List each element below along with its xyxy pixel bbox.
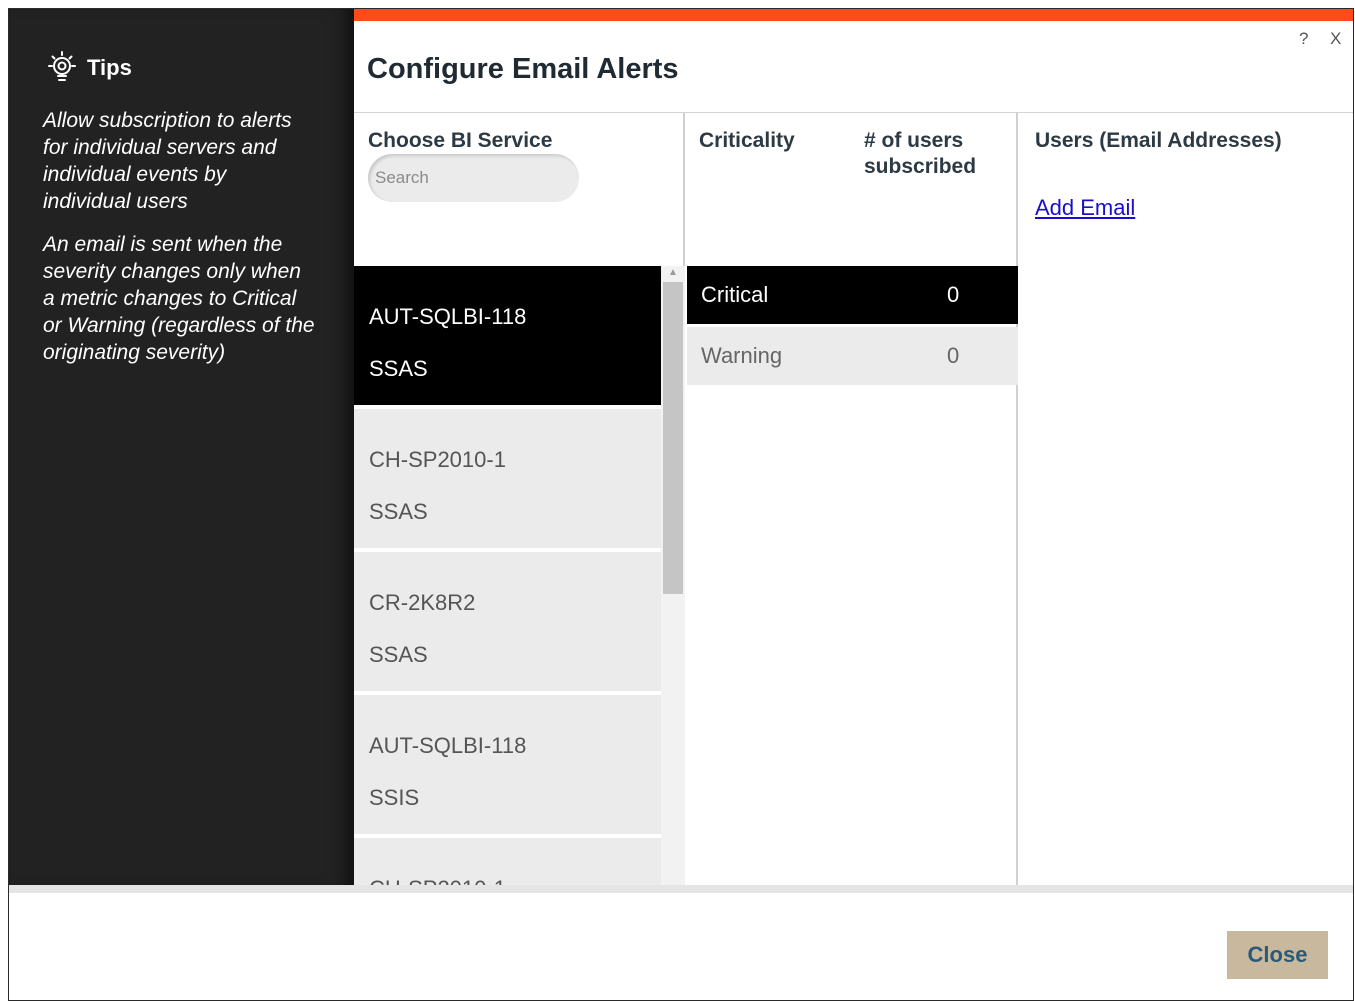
- email-alerts-dialog: Tips Allow subscription to alerts for in…: [8, 8, 1354, 1001]
- lightbulb-icon: [43, 49, 81, 87]
- add-email-link[interactable]: Add Email: [1035, 195, 1135, 221]
- bi-service-column: Choose BI Service AUT-SQLBI-118 SSAS CH-…: [354, 113, 685, 885]
- service-server-name: CR-2K8R2: [369, 590, 476, 615]
- list-item[interactable]: CH-SP2010-1 SSAS: [354, 409, 661, 552]
- scrollbar-thumb[interactable]: [663, 282, 683, 594]
- criticality-column: Criticality # of users subscribed Critic…: [687, 113, 1018, 885]
- criticality-level: Warning: [701, 343, 783, 368]
- tips-body: Allow subscription to alerts for individ…: [43, 107, 318, 382]
- subscribed-count: 0: [947, 282, 960, 307]
- tips-title: Tips: [87, 55, 132, 80]
- service-server-name: AUT-SQLBI-118: [369, 733, 527, 758]
- help-button[interactable]: ?: [1299, 29, 1308, 49]
- service-type: SSAS: [369, 356, 428, 381]
- tips-header: Tips: [43, 49, 132, 87]
- tips-paragraph: Allow subscription to alerts for individ…: [43, 109, 292, 213]
- accent-bar: [354, 9, 1353, 21]
- service-list-scrollbar[interactable]: ▲: [661, 266, 685, 885]
- users-header: Users (Email Addresses): [1035, 129, 1282, 152]
- tips-paragraph: An email is sent when the severity chang…: [43, 233, 315, 364]
- dialog-title: Configure Email Alerts: [367, 53, 679, 85]
- main-panel: Configure Email Alerts ? X Choose BI Ser…: [354, 9, 1353, 885]
- service-type: SSIS: [369, 785, 420, 810]
- service-server-name: AUT-SQLBI-118: [369, 304, 527, 329]
- list-item[interactable]: AUT-SQLBI-118 SSAS: [354, 266, 661, 409]
- bi-service-list: AUT-SQLBI-118 SSAS CH-SP2010-1 SSAS CR-2…: [354, 266, 661, 885]
- service-server-name: CH-SP2010-1: [369, 863, 661, 885]
- subscribed-count: 0: [947, 343, 960, 368]
- list-item[interactable]: AUT-SQLBI-118 SSIS: [354, 695, 661, 838]
- users-column: Users (Email Addresses) Add Email: [1020, 113, 1353, 885]
- close-button[interactable]: Close: [1227, 931, 1328, 979]
- criticality-level: Critical: [701, 282, 769, 307]
- criticality-row-warning[interactable]: Warning 0: [687, 327, 1018, 385]
- bi-service-header: Choose BI Service: [368, 129, 553, 152]
- footer-divider: [9, 885, 1353, 893]
- close-x-button[interactable]: X: [1330, 29, 1341, 49]
- criticality-row-critical[interactable]: Critical 0: [687, 266, 1018, 324]
- service-type: SSAS: [369, 642, 428, 667]
- list-item[interactable]: CH-SP2010-1: [354, 838, 661, 885]
- criticality-header: Criticality: [699, 129, 795, 152]
- service-type: SSAS: [369, 499, 428, 524]
- search-input[interactable]: [368, 154, 579, 202]
- users-subscribed-header: # of users subscribed: [864, 129, 977, 178]
- scroll-up-arrow-icon[interactable]: ▲: [661, 266, 685, 280]
- tips-sidebar: Tips Allow subscription to alerts for in…: [9, 9, 354, 885]
- list-item[interactable]: CR-2K8R2 SSAS: [354, 552, 661, 695]
- service-server-name: CH-SP2010-1: [369, 447, 506, 472]
